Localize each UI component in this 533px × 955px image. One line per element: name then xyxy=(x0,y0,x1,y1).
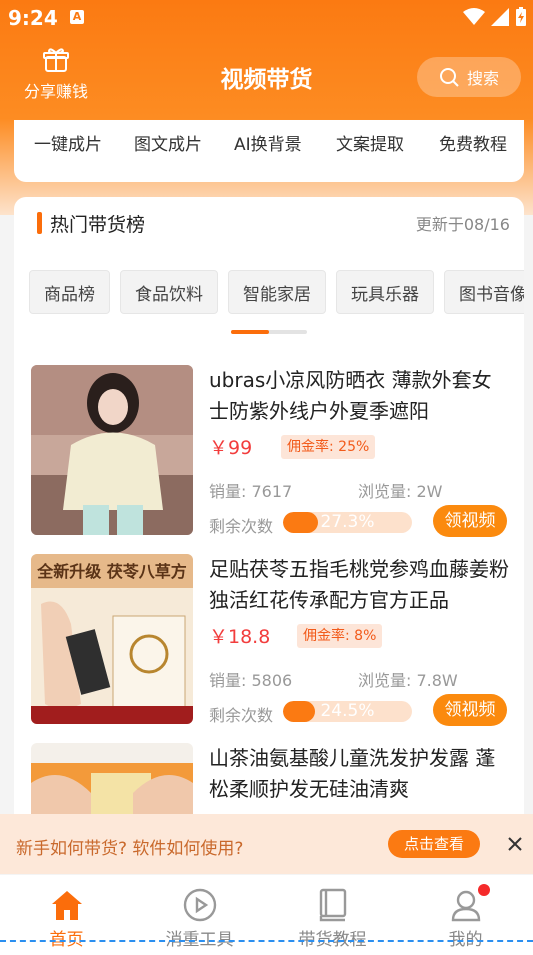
product-thumbnail[interactable] xyxy=(31,365,193,535)
category-scroll-indicator xyxy=(231,330,307,334)
search-button[interactable]: 搜索 xyxy=(417,57,521,97)
product-title[interactable]: ubras小凉风防晒衣 薄款外套女士防紫外线户外夏季遮阳 xyxy=(209,365,509,427)
category-tabs: 商品榜 食品饮料 智能家居 玩具乐器 图书音像 xyxy=(29,270,524,314)
hot-list-title: 热门带货榜 xyxy=(50,214,146,236)
get-video-button[interactable]: 领视频 xyxy=(433,505,507,537)
product-price: ￥18.8 xyxy=(209,626,271,648)
wifi-icon xyxy=(463,8,485,25)
tip-text: 新手如何带货? 软件如何使用? xyxy=(16,839,244,859)
remaining-progress: 27.3% xyxy=(283,512,412,533)
dashed-divider xyxy=(0,940,533,942)
play-circle-icon xyxy=(183,888,216,922)
remaining-label: 剩余次数 xyxy=(209,706,274,725)
category-food[interactable]: 食品饮料 xyxy=(120,270,218,314)
product-sales: 销量: 5806 xyxy=(209,671,293,690)
share-earn-label: 分享赚钱 xyxy=(23,82,88,101)
hot-list-card: 热门带货榜 更新于08/16 商品榜 食品饮料 智能家居 玩具乐器 图书音像 u… xyxy=(14,197,524,837)
category-products[interactable]: 商品榜 xyxy=(29,270,110,314)
get-video-button[interactable]: 领视频 xyxy=(433,694,507,726)
tool-free-tutorial[interactable]: 免费教程 xyxy=(439,130,507,155)
product-sales: 销量: 7617 xyxy=(209,482,293,501)
nav-home-label: 首页 xyxy=(49,930,84,950)
nav-profile-label: 我的 xyxy=(448,930,483,950)
status-icons xyxy=(463,6,527,28)
tool-one-click-video[interactable]: 一键成片 xyxy=(34,130,102,155)
app-notification-icon: A xyxy=(70,10,84,24)
product-views: 浏览量: 7.8W xyxy=(358,671,458,690)
tools-card: 一键成片 图文成片 AI换背景 文案提取 免费教程 xyxy=(14,120,524,182)
signal-icon xyxy=(491,8,509,26)
commission-badge: 佣金率: 25% xyxy=(281,435,376,459)
category-smart-home[interactable]: 智能家居 xyxy=(228,270,326,314)
search-icon xyxy=(439,68,459,87)
tool-ai-background[interactable]: AI换背景 xyxy=(234,130,302,155)
product-item[interactable]: 全新升级 茯苓八草方 足贴茯苓五指毛桃党参鸡血藤姜粉独活红花传承配方官方正品 ￥… xyxy=(31,554,511,729)
share-earn-button[interactable]: 分享赚钱 xyxy=(18,44,94,108)
nav-dedupe-tools-label: 消重工具 xyxy=(165,930,234,950)
view-tip-button[interactable]: 点击查看 xyxy=(388,830,480,858)
section-accent-bar xyxy=(37,212,42,234)
gift-icon xyxy=(43,48,69,72)
nav-tutorials-label: 带货教程 xyxy=(298,930,367,950)
remaining-progress-text: 27.3% xyxy=(320,512,375,532)
product-title[interactable]: 足贴茯苓五指毛桃党参鸡血藤姜粉独活红花传承配方官方正品 xyxy=(209,554,509,616)
search-label: 搜索 xyxy=(466,69,499,88)
category-toys[interactable]: 玩具乐器 xyxy=(336,270,434,314)
battery-icon xyxy=(516,7,526,26)
bottom-navigation: 首页 消重工具 带货教程 我的 xyxy=(0,875,533,955)
product-thumbnail[interactable]: 全新升级 茯苓八草方 xyxy=(31,554,193,724)
nav-dedupe-tools[interactable]: 消重工具 xyxy=(133,875,266,955)
tool-copy-extract[interactable]: 文案提取 xyxy=(336,130,404,155)
product-price: ￥99 xyxy=(209,437,253,459)
status-bar: 9:24 A xyxy=(0,0,533,38)
commission-badge: 佣金率: 8% xyxy=(297,624,383,648)
product-views: 浏览量: 2W xyxy=(358,482,443,501)
nav-profile[interactable]: 我的 xyxy=(399,875,532,955)
tool-image-text-video[interactable]: 图文成片 xyxy=(134,130,202,155)
nav-home[interactable]: 首页 xyxy=(0,875,133,955)
product-title[interactable]: 山茶油氨基酸儿童洗发护发露 蓬松柔顺护发无硅油清爽 xyxy=(209,743,509,805)
remaining-label: 剩余次数 xyxy=(209,517,274,536)
remaining-progress-text: 24.5% xyxy=(320,701,375,721)
tip-banner: 新手如何带货? 软件如何使用? 点击查看 xyxy=(0,814,533,874)
status-time: 9:24 xyxy=(8,6,58,30)
product-item[interactable]: ubras小凉风防晒衣 薄款外套女士防紫外线户外夏季遮阳 ￥99 佣金率: 25… xyxy=(31,365,511,540)
remaining-progress: 24.5% xyxy=(283,701,412,722)
home-icon xyxy=(51,891,82,920)
nav-tutorials[interactable]: 带货教程 xyxy=(266,875,399,955)
close-icon[interactable] xyxy=(505,834,525,854)
notification-dot xyxy=(478,884,490,896)
category-books[interactable]: 图书音像 xyxy=(444,270,524,314)
hot-list-updated: 更新于08/16 xyxy=(415,215,510,234)
thumbnail-banner-text: 全新升级 茯苓八草方 xyxy=(36,562,187,581)
book-icon xyxy=(319,888,346,922)
